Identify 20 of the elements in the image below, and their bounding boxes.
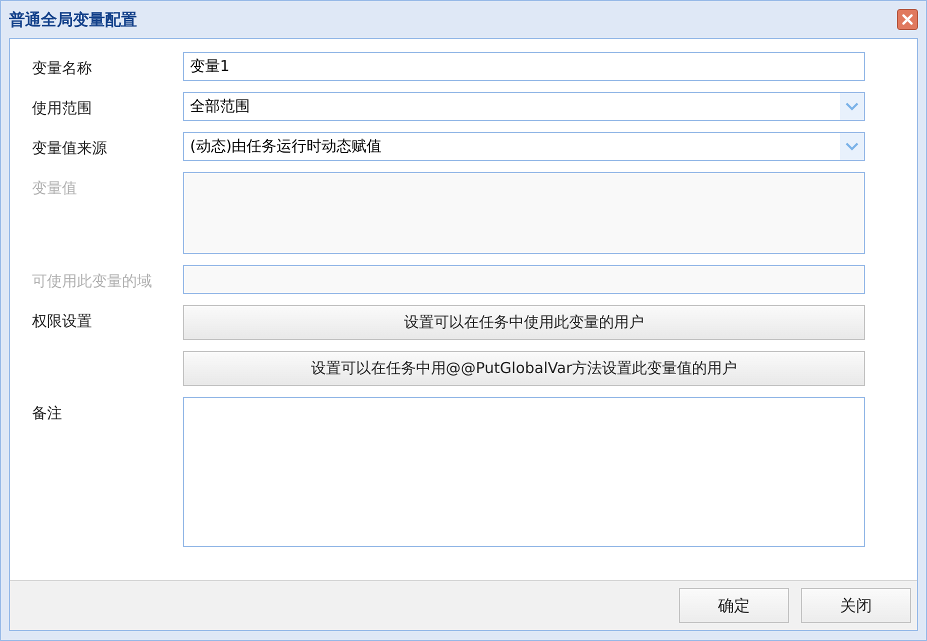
field-label: 权限设置 — [32, 312, 92, 330]
field-label: 可使用此变量的域 — [32, 272, 152, 290]
dropdown-field[interactable]: (动态)由任务运行时动态赋值 — [183, 132, 865, 161]
dialog-button[interactable]: 确定 — [679, 588, 789, 623]
permission-button[interactable]: 设置可以在任务中使用此变量的用户 — [183, 305, 865, 340]
permission-button[interactable]: 设置可以在任务中用@@PutGlobalVar方法设置此变量值的用户 — [183, 351, 865, 386]
dropdown-field[interactable]: 全部范围 — [183, 92, 865, 121]
window-title: 普通全局变量配置 — [9, 8, 137, 30]
input-field[interactable]: 变量1 — [183, 52, 865, 81]
close-button[interactable] — [897, 9, 918, 30]
dialog-button[interactable]: 关闭 — [801, 588, 911, 623]
field-label: 变量值来源 — [32, 139, 107, 157]
dropdown-value: (动态)由任务运行时动态赋值 — [190, 136, 382, 158]
field-label: 使用范围 — [32, 99, 92, 117]
field-label: 变量名称 — [32, 59, 92, 77]
field-label: 变量值 — [32, 179, 77, 197]
text-area[interactable] — [183, 397, 865, 547]
field-label: 备注 — [32, 404, 62, 422]
dropdown-value: 全部范围 — [190, 96, 250, 118]
close-icon — [902, 14, 913, 25]
